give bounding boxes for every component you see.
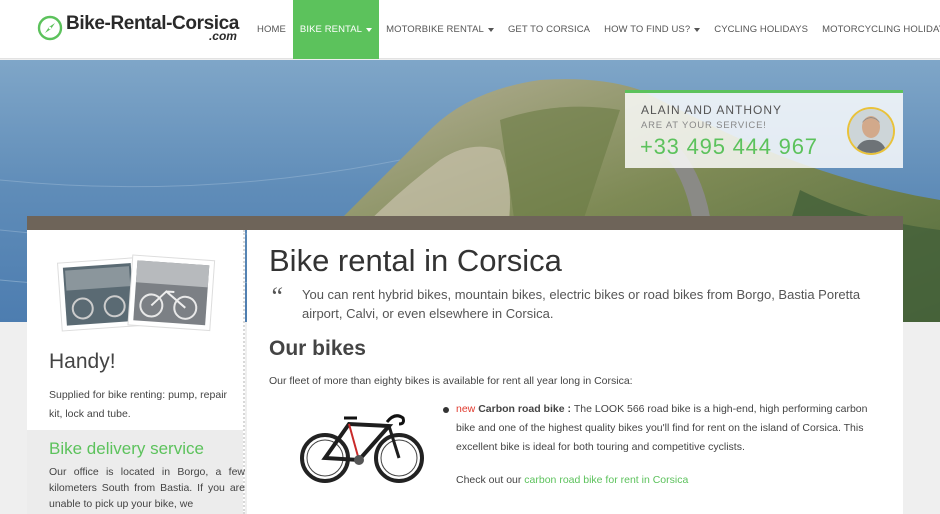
main-nav: HOME BIKE RENTAL MOTORBIKE RENTAL GET TO CO…	[250, 0, 940, 59]
quote-icon: “	[269, 282, 284, 311]
delivery-text: Our office is located in Borgo, a few ki…	[49, 466, 245, 510]
nav-item-bike-rental[interactable]: BIKE RENTAL	[292, 0, 380, 59]
caret-down-icon	[487, 27, 494, 32]
sidebar: Handy! Supplied for bike renting: pump, …	[27, 230, 245, 514]
checkout-line: Check out our carbon road bike for rent …	[456, 474, 689, 486]
nav-item-motorbike-rental[interactable]: MOTORBIKE RENTAL	[379, 0, 501, 59]
nav-item-motorcycling-holidays[interactable]: MOTORCYCLING HOLIDAYS	[815, 0, 940, 59]
section-title-our-bikes: Our bikes	[269, 337, 366, 360]
nav-item-how-to-find-us[interactable]: HOW TO FIND US?	[597, 0, 707, 59]
content-top-strip	[27, 216, 903, 230]
contact-tagline: ARE AT YOUR SERVICE!	[641, 120, 767, 131]
navbar: Bike-Rental-Corsica .com HOME BIKE RENTAL…	[0, 0, 940, 59]
nav-item-cycling-holidays[interactable]: CYCLING HOLIDAYS	[707, 0, 815, 59]
bike-description: new Carbon road bike : The LOOK 566 road…	[456, 403, 868, 453]
carbon-bike-link[interactable]: carbon road bike for rent in Corsica	[524, 474, 688, 486]
page-title: Bike rental in Corsica	[269, 243, 562, 278]
nav-item-home[interactable]: HOME	[250, 0, 293, 59]
avatar	[847, 107, 895, 155]
road-bike-photo	[300, 414, 424, 483]
site-logo[interactable]: Bike-Rental-Corsica .com	[37, 13, 239, 47]
logo-sub-text: .com	[208, 29, 237, 43]
intro-text: You can rent hybrid bikes, mountain bike…	[302, 287, 861, 321]
new-badge: new	[456, 403, 476, 415]
handy-title: Handy!	[49, 350, 116, 373]
nav-item-get-to-corsica[interactable]: GET TO CORSICA	[501, 0, 597, 59]
person-photo-icon	[849, 109, 893, 153]
caret-down-icon	[694, 27, 701, 32]
main-content: Bike rental in Corsica “ You can rent hy…	[247, 230, 903, 514]
fleet-text: Our fleet of more than eighty bikes is a…	[269, 375, 633, 387]
delivery-box: Bike delivery service Our office is loca…	[27, 430, 245, 514]
page: Bike-Rental-Corsica .com HOME BIKE RENTAL…	[0, 0, 940, 514]
delivery-title: Bike delivery service	[49, 439, 204, 458]
caret-down-icon	[366, 27, 373, 32]
compass-icon	[37, 15, 63, 41]
contact-phone[interactable]: +33 495 444 967	[640, 134, 818, 160]
contact-card: ALAIN AND ANTHONY ARE AT YOUR SERVICE! +…	[625, 90, 903, 168]
bike-shop-photo	[56, 254, 216, 332]
handy-text: Supplied for bike renting: pump, repair …	[49, 389, 228, 420]
bike-name: Carbon road bike	[478, 403, 565, 415]
contact-name: ALAIN AND ANTHONY	[641, 103, 783, 117]
